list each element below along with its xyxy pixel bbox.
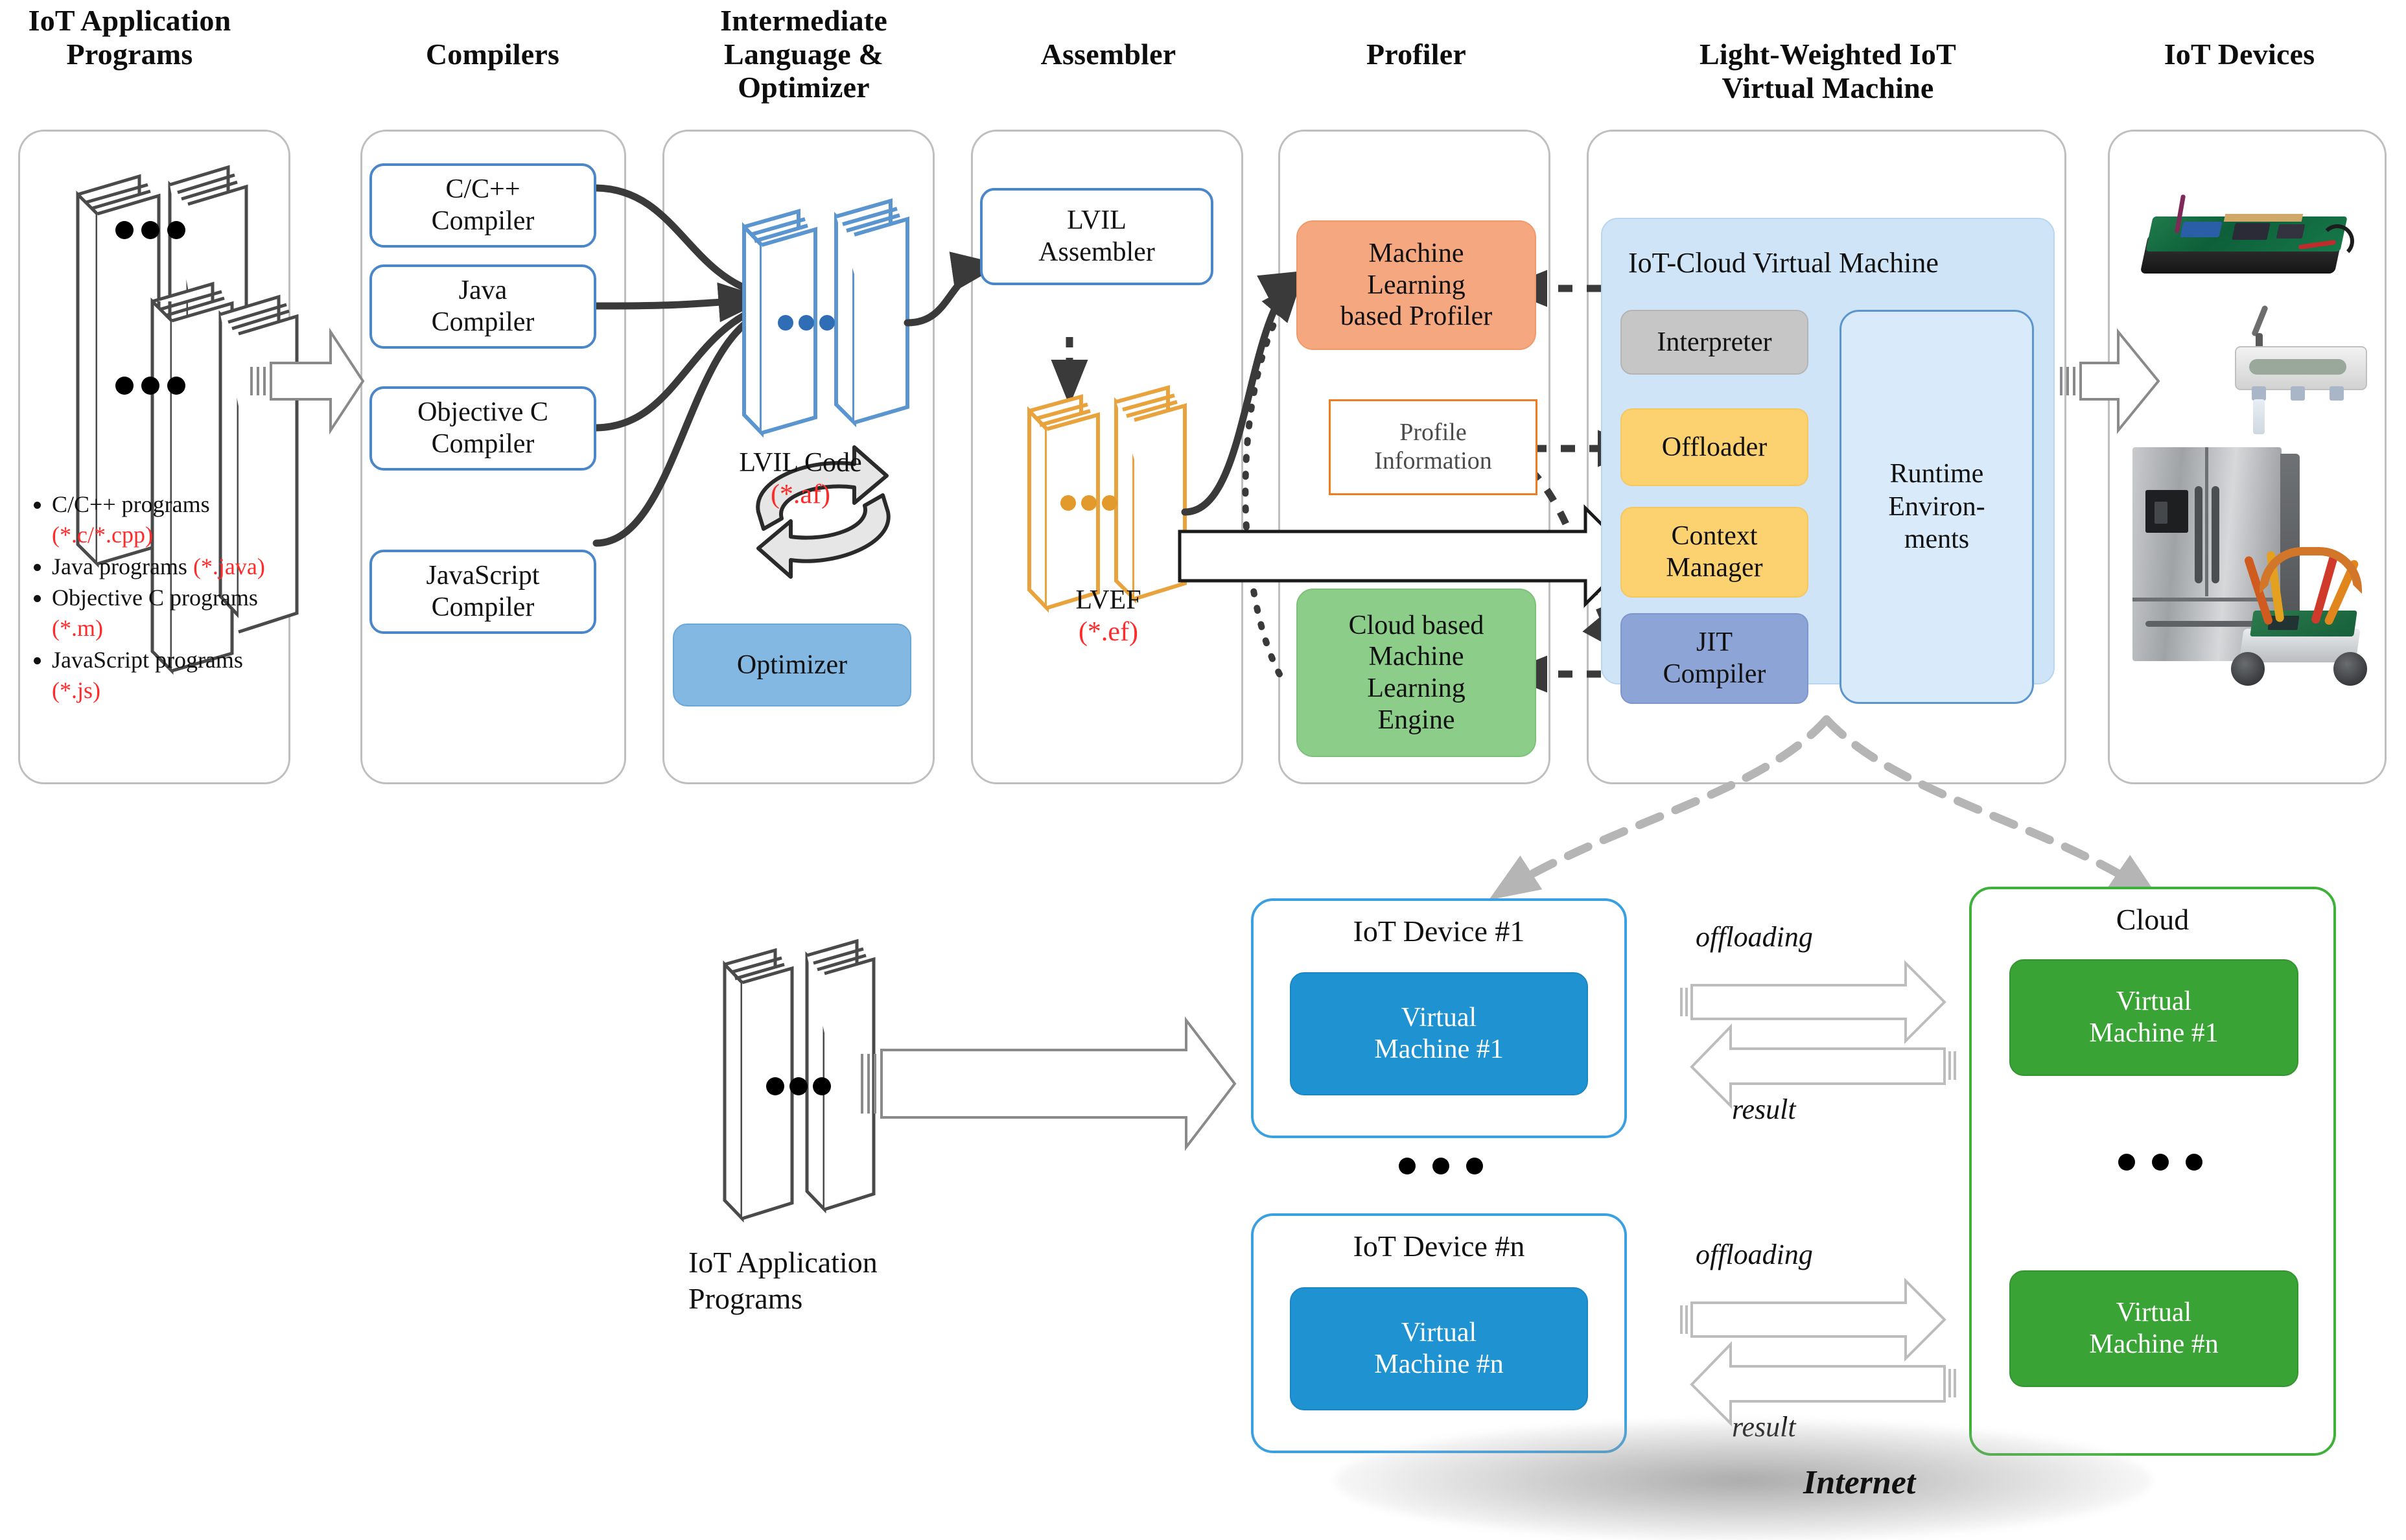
diagram-root: IoT Application Programs Compilers Inter…: [0, 0, 2406, 1540]
bullet-text: Objective C programs: [52, 585, 258, 611]
iot-device-vm-n[interactable]: Virtual Machine #n: [1290, 1287, 1588, 1410]
optimizer-box[interactable]: Optimizer: [673, 624, 911, 706]
iot-cloud-vm-title: IoT-Cloud Virtual Machine: [1628, 247, 1939, 279]
column-header-lwvm: Light-Weighted IoT Virtual Machine: [1699, 38, 1956, 104]
cloud-vm-1[interactable]: Virtual Machine #1: [2009, 959, 2298, 1076]
flow-arrow-result-1: [1690, 1023, 1956, 1109]
cloud-vm-n[interactable]: Virtual Machine #n: [2009, 1270, 2298, 1387]
lvil-code-label: LVIL Code: [739, 448, 862, 478]
iot-device-title-n: IoT Device #n: [1353, 1230, 1525, 1263]
bullet-text: Java programs: [52, 553, 193, 579]
list-item: Objective C programs (*.m): [52, 583, 285, 644]
bullet-ext: (*.m): [52, 615, 103, 642]
flow-label-result-1: result: [1732, 1093, 1796, 1125]
doc-stack-lower: [723, 939, 876, 1223]
block-arrow-lower-stack-to-device: [861, 1016, 1237, 1151]
flow-arrow-offloading-2: [1680, 1278, 1946, 1362]
bullet-ext: (*.java): [193, 553, 265, 579]
column-header-compilers: Compilers: [425, 38, 560, 71]
ml-based-profiler-box[interactable]: Machine Learning based Profiler: [1296, 220, 1536, 350]
flow-arrow-result-2: [1690, 1341, 1956, 1427]
internet-label: Internet: [1803, 1464, 1916, 1501]
column-header-il: Intermediate Language & Optimizer: [720, 4, 887, 104]
cloud-title: Cloud: [2116, 903, 2190, 936]
list-item: C/C++ programs (*.c/*.cpp): [52, 489, 285, 550]
column-header-devices: IoT Devices: [2164, 38, 2315, 71]
flow-arrow-offloading-1: [1680, 960, 1946, 1044]
iot-device-vm-1[interactable]: Virtual Machine #1: [1290, 972, 1588, 1095]
lower-stack-caption: IoT Application Programs: [688, 1246, 878, 1316]
bullet-ext: (*.js): [52, 677, 100, 703]
lvil-code-ext: (*.af): [770, 479, 831, 509]
compiler-box-objective-c[interactable]: Objective C Compiler: [369, 386, 596, 471]
iot-device-title-1: IoT Device #1: [1353, 915, 1525, 948]
single-board-computer-photo: [2139, 194, 2354, 298]
vm-component-offloader[interactable]: Offloader: [1620, 408, 1808, 486]
profile-information-note[interactable]: Profile Information: [1329, 399, 1537, 495]
cloud-based-ml-engine-box[interactable]: Cloud based Machine Learning Engine: [1296, 589, 1536, 757]
lvil-code-caption: LVIL Code (*.af): [687, 447, 914, 510]
vm-component-jit-compiler[interactable]: JIT Compiler: [1620, 613, 1808, 704]
vm-component-interpreter[interactable]: Interpreter: [1620, 310, 1808, 375]
device-ellipsis: [1399, 1156, 1483, 1176]
vm-component-context-manager[interactable]: Context Manager: [1620, 507, 1808, 598]
cloud-vm-ellipsis: [2118, 1152, 2202, 1172]
doc-stack-lower-ellipsis: [766, 1077, 831, 1095]
apps-bullet-list: C/C++ programs (*.c/*.cpp) Java programs…: [26, 489, 285, 707]
lvef-caption: LVEF (*.ef): [998, 585, 1219, 648]
compiler-box-java[interactable]: Java Compiler: [369, 264, 596, 349]
runtime-environments-box[interactable]: Runtime Environ- ments: [1840, 310, 2034, 704]
bullet-text: JavaScript programs: [52, 646, 243, 673]
bullet-text: C/C++ programs: [52, 491, 210, 517]
flow-label-offloading-2: offloading: [1696, 1239, 1813, 1270]
compiler-box-javascript[interactable]: JavaScript Compiler: [369, 550, 596, 634]
bullet-ext: (*.c/*.cpp): [52, 521, 153, 548]
column-header-profiler: Profiler: [1366, 38, 1466, 71]
lvef-ext: (*.ef): [1078, 616, 1139, 647]
lvil-assembler-box[interactable]: LVIL Assembler: [980, 188, 1213, 285]
column-header-apps: IoT Application Programs: [28, 4, 231, 71]
compiler-box-c-cpp[interactable]: C/C++ Compiler: [369, 163, 596, 248]
internet-shadow: [1335, 1421, 2152, 1540]
lvef-label: LVEF: [1075, 585, 1141, 615]
list-item: JavaScript programs (*.js): [52, 645, 285, 706]
list-item: Java programs (*.java): [52, 552, 285, 582]
robot-kit-photo: [2223, 547, 2385, 700]
wireless-sensor-photo: [2230, 305, 2372, 434]
flow-label-offloading-1: offloading: [1696, 921, 1813, 953]
column-header-assembler: Assembler: [1040, 38, 1176, 71]
